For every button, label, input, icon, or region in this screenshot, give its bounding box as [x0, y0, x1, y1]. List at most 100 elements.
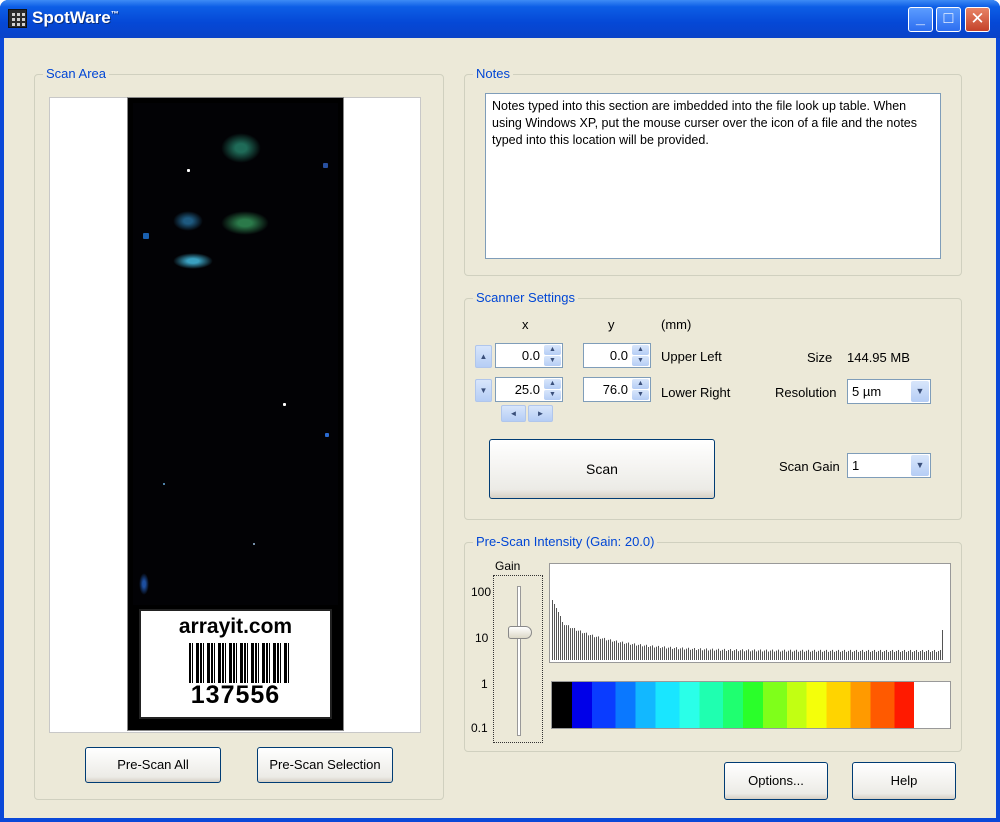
- scan-preview[interactable]: arrayit.com 137556: [49, 97, 421, 733]
- histogram-bar: [698, 649, 699, 660]
- histogram-svg: [552, 600, 943, 660]
- histogram-bar: [672, 648, 673, 660]
- close-icon: ✕: [970, 9, 985, 28]
- prescan-intensity-group: Pre-Scan Intensity (Gain: 20.0) Gain 100…: [464, 534, 962, 752]
- gain-label: Gain: [495, 559, 521, 573]
- spin-up-icon[interactable]: ▲: [632, 379, 649, 389]
- histogram-bar: [718, 648, 719, 660]
- scan-area-group: Scan Area arrayit.com 137556 Pre-Scan Al…: [34, 66, 444, 800]
- histogram-bar: [858, 651, 859, 660]
- histogram-bar: [702, 650, 703, 660]
- trademark-mark: ™: [110, 9, 119, 19]
- spin-down-icon[interactable]: ▼: [544, 356, 561, 366]
- histogram-bar: [634, 643, 635, 660]
- histogram-bar: [878, 650, 879, 660]
- prescan-selection-button[interactable]: Pre-Scan Selection: [257, 747, 393, 783]
- move-down-button[interactable]: ▼: [475, 379, 492, 402]
- spin-down-icon[interactable]: ▼: [632, 390, 649, 400]
- minimize-button[interactable]: _: [908, 7, 933, 32]
- move-right-button[interactable]: ►: [528, 405, 553, 422]
- histogram-bar: [696, 650, 697, 660]
- prescan-all-button[interactable]: Pre-Scan All: [85, 747, 221, 783]
- options-button[interactable]: Options...: [724, 762, 828, 800]
- upper-left-label: Upper Left: [661, 349, 722, 364]
- scan-gain-select[interactable]: 1 ▼: [847, 453, 931, 478]
- histogram-bar: [832, 649, 833, 660]
- client-area: Scan Area arrayit.com 137556 Pre-Scan Al…: [4, 38, 996, 818]
- spin-up-icon[interactable]: ▲: [544, 379, 561, 389]
- histogram-bar: [792, 651, 793, 660]
- scanner-settings-title: Scanner Settings: [473, 290, 579, 305]
- gain-slider-track[interactable]: [517, 586, 521, 736]
- histogram-bar: [844, 649, 845, 660]
- histogram-bar: [906, 651, 907, 660]
- lower-right-y-stepper[interactable]: 76.0 ▲ ▼: [583, 377, 651, 402]
- histogram-bar: [578, 630, 579, 660]
- histogram-bar: [678, 649, 679, 660]
- column-x-label: x: [522, 317, 529, 332]
- move-left-button[interactable]: ◄: [501, 405, 526, 422]
- close-button[interactable]: ✕: [965, 7, 990, 32]
- lower-right-x-stepper[interactable]: 25.0 ▲ ▼: [495, 377, 563, 402]
- histogram-bar: [804, 651, 805, 660]
- maximize-button[interactable]: □: [936, 7, 961, 32]
- column-y-label: y: [608, 317, 615, 332]
- histogram-bar: [770, 650, 771, 660]
- histogram-bar: [716, 649, 717, 660]
- spin-up-icon[interactable]: ▲: [544, 345, 561, 355]
- title-bar[interactable]: SpotWare™ _ □ ✕: [0, 0, 1000, 38]
- histogram-bar: [622, 641, 623, 660]
- upper-left-y-stepper[interactable]: 0.0 ▲ ▼: [583, 343, 651, 368]
- lower-right-x-value: 25.0: [514, 382, 540, 397]
- histogram-bar: [660, 648, 661, 660]
- histogram-bar: [812, 650, 813, 660]
- intensity-histogram: [549, 563, 951, 663]
- scan-button[interactable]: Scan: [489, 439, 715, 499]
- histogram-bar: [824, 650, 825, 660]
- histogram-bar: [628, 642, 629, 660]
- notes-textarea[interactable]: Notes typed into this section are imbedd…: [485, 93, 941, 259]
- histogram-bar: [794, 650, 795, 660]
- resolution-select[interactable]: 5 µm ▼: [847, 379, 931, 404]
- histogram-bar: [580, 630, 581, 660]
- histogram-bar: [898, 649, 899, 660]
- chevron-down-icon[interactable]: ▼: [911, 381, 929, 402]
- histogram-bar: [778, 649, 779, 660]
- histogram-bar: [860, 650, 861, 660]
- scan-gain-label: Scan Gain: [779, 459, 840, 474]
- help-button[interactable]: Help: [852, 762, 956, 800]
- histogram-bar: [912, 651, 913, 660]
- histogram-bar: [808, 649, 809, 660]
- histogram-bar: [636, 645, 637, 660]
- histogram-bar: [828, 651, 829, 660]
- histogram-bar: [632, 644, 633, 660]
- histogram-bar: [616, 640, 617, 660]
- upper-left-x-stepper[interactable]: 0.0 ▲ ▼: [495, 343, 563, 368]
- histogram-bar: [756, 651, 757, 660]
- chevron-down-icon[interactable]: ▼: [911, 455, 929, 476]
- scanner-settings-group: Scanner Settings x y (mm) ▲ ▼ ◄ ► 0.0 ▲ ▼…: [464, 290, 962, 520]
- histogram-bar: [658, 645, 659, 660]
- histogram-bar: [630, 644, 631, 660]
- spin-up-icon[interactable]: ▲: [632, 345, 649, 355]
- spin-down-icon[interactable]: ▼: [632, 356, 649, 366]
- histogram-bar: [848, 650, 849, 660]
- app-icon[interactable]: [8, 9, 27, 28]
- histogram-bar: [822, 651, 823, 660]
- histogram-bar: [684, 649, 685, 660]
- histogram-bar: [668, 647, 669, 660]
- gain-slider-thumb[interactable]: [508, 626, 532, 639]
- window-title-text: SpotWare: [32, 8, 111, 27]
- spin-down-icon[interactable]: ▼: [544, 390, 561, 400]
- slide-image[interactable]: arrayit.com 137556: [128, 98, 343, 730]
- histogram-bar: [838, 649, 839, 660]
- move-up-button[interactable]: ▲: [475, 345, 492, 368]
- histogram-bar: [730, 649, 731, 660]
- histogram-bar: [594, 637, 595, 660]
- upper-left-y-value: 0.0: [609, 348, 628, 363]
- histogram-bar: [754, 649, 755, 660]
- histogram-bar: [598, 636, 599, 660]
- histogram-bar: [896, 650, 897, 660]
- histogram-bar: [612, 641, 613, 660]
- histogram-bar: [752, 650, 753, 660]
